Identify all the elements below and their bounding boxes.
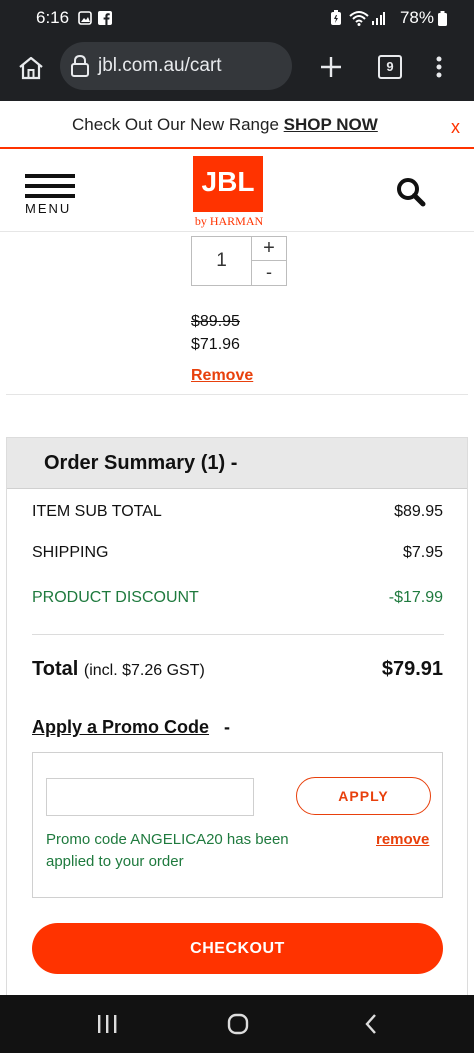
more-options-icon[interactable] xyxy=(434,55,444,79)
lock-icon xyxy=(71,54,89,77)
signal-icon xyxy=(372,12,385,25)
battery-level: 78% xyxy=(399,8,434,27)
subtotal-label: ITEM SUB TOTAL xyxy=(32,503,162,520)
system-navigation-bar xyxy=(0,995,474,1053)
quantity-value[interactable]: 1 xyxy=(192,237,252,285)
status-bar: 6:16 78% xyxy=(0,0,474,36)
status-time: 6:16 xyxy=(36,8,70,27)
promo-applied-message: Promo code ANGELICA20 has been applied t… xyxy=(46,831,289,870)
jbl-logo[interactable]: JBL xyxy=(193,156,263,212)
menu-button[interactable] xyxy=(25,174,75,202)
close-banner-button[interactable]: x xyxy=(451,117,460,138)
promo-banner: Check Out Our New Range SHOP NOW x xyxy=(0,101,474,149)
total-label: Total (incl. $7.26 GST) xyxy=(32,658,205,681)
remove-promo-link[interactable]: remove xyxy=(376,831,429,848)
promo-code-heading: Apply a Promo Code xyxy=(32,717,210,737)
promo-code-toggle[interactable]: Apply a Promo Code - xyxy=(32,717,230,738)
url-text: jbl.com.au/cart xyxy=(98,55,222,76)
home-icon[interactable] xyxy=(18,56,44,80)
menu-label: MENU xyxy=(25,201,72,216)
address-bar[interactable]: jbl.com.au/cart xyxy=(60,42,292,90)
harman-tagline: by HARMAN xyxy=(194,214,264,228)
promo-code-input[interactable] xyxy=(46,778,254,816)
increase-quantity-button[interactable]: + xyxy=(252,237,286,261)
promo-collapse-indicator: - xyxy=(224,717,231,737)
shop-now-link[interactable]: SHOP NOW xyxy=(284,115,378,134)
hamburger-icon xyxy=(25,174,75,198)
new-tab-icon[interactable] xyxy=(320,56,342,78)
jbl-logo-text: JBL xyxy=(201,166,255,197)
apply-promo-button[interactable]: APPLY xyxy=(296,777,431,815)
total-value: $79.91 xyxy=(381,658,443,680)
browser-toolbar: jbl.com.au/cart 9 xyxy=(0,36,474,101)
shipping-label: SHIPPING xyxy=(32,544,109,561)
facebook-icon xyxy=(98,11,112,25)
checkout-button[interactable]: CHECKOUT xyxy=(32,923,443,974)
quantity-stepper: 1 + - xyxy=(191,236,287,286)
order-summary: Order Summary (1) - ITEM SUB TOTAL $89.9… xyxy=(6,437,468,997)
recent-apps-icon[interactable] xyxy=(96,1015,118,1033)
tab-switcher-button[interactable]: 9 xyxy=(378,55,402,79)
discount-label: PRODUCT DISCOUNT xyxy=(32,589,199,606)
original-price: $89.95 xyxy=(191,313,240,330)
site-header: MENU JBL by HARMAN xyxy=(0,150,474,232)
subtotal-value: $89.95 xyxy=(394,503,443,520)
shipping-value: $7.95 xyxy=(402,544,443,561)
total-label-text: Total xyxy=(32,658,79,680)
promo-banner-message: Check Out Our New Range xyxy=(72,115,279,134)
battery-saver-icon xyxy=(331,10,341,25)
search-icon[interactable] xyxy=(396,177,426,207)
remove-item-link[interactable]: Remove xyxy=(191,367,253,385)
promo-banner-text: Check Out Our New Range SHOP NOW xyxy=(72,115,378,135)
wifi-icon xyxy=(349,11,369,26)
discount-value: -$17.99 xyxy=(388,589,443,606)
back-icon[interactable] xyxy=(364,1013,378,1035)
decrease-quantity-button[interactable]: - xyxy=(252,261,286,285)
home-nav-icon[interactable] xyxy=(227,1013,249,1035)
battery-icon xyxy=(438,11,447,26)
sale-price: $71.96 xyxy=(191,336,240,353)
tab-count: 9 xyxy=(386,59,394,74)
summary-divider xyxy=(32,634,444,635)
gallery-icon xyxy=(78,11,92,25)
gst-note: (incl. $7.26 GST) xyxy=(83,662,205,679)
promo-code-panel: APPLY Promo code ANGELICA20 has been app… xyxy=(32,752,443,898)
order-summary-header[interactable]: Order Summary (1) - xyxy=(7,438,467,489)
item-divider xyxy=(6,394,468,395)
order-summary-title: Order Summary (1) - xyxy=(44,452,238,474)
